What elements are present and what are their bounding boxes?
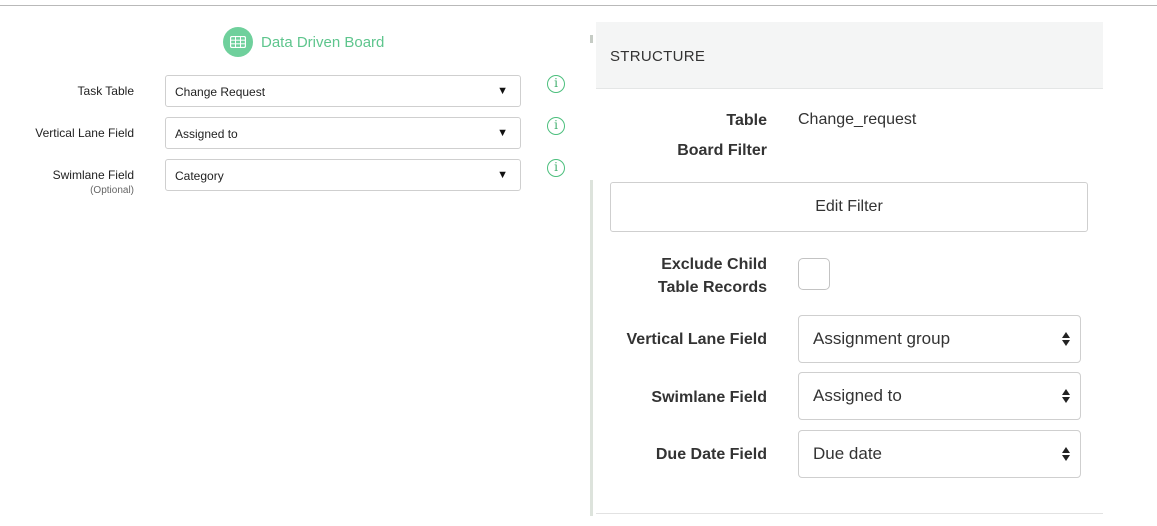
- swimlane-value: Category: [175, 169, 224, 183]
- panel-divider-handle: [590, 35, 593, 43]
- vertical-lane-label: Vertical Lane Field: [35, 126, 134, 140]
- select-arrows-icon: [1061, 328, 1071, 350]
- vertical-lane-field-select[interactable]: Assignment group: [798, 315, 1081, 363]
- task-table-value: Change Request: [175, 85, 266, 99]
- panel-bottom-border: [596, 513, 1103, 514]
- swimlane-field-label: Swimlane Field: [651, 389, 767, 406]
- due-date-field-label: Due Date Field: [655, 446, 767, 463]
- data-driven-board-panel: Data Driven Board Task Table Change Requ…: [0, 6, 590, 526]
- exclude-child-label-line2: Table Records: [657, 279, 767, 296]
- vertical-lane-field-label: Vertical Lane Field: [626, 331, 768, 348]
- task-table-row: Task Table Change Request ▼ i: [0, 75, 590, 109]
- chevron-down-icon: ▼: [497, 169, 508, 181]
- swimlane-label: Swimlane Field: [52, 168, 134, 182]
- swimlane-field-select[interactable]: Assigned to: [798, 372, 1081, 420]
- board-table-icon: [223, 27, 253, 57]
- structure-header-title: STRUCTURE: [610, 48, 706, 65]
- vertical-lane-select[interactable]: Assigned to ▼: [165, 117, 521, 149]
- chevron-down-icon: ▼: [497, 85, 508, 97]
- panel-divider: [590, 180, 593, 516]
- info-icon[interactable]: i: [547, 117, 565, 135]
- vertical-lane-value: Assigned to: [175, 127, 238, 141]
- swimlane-optional-note: (Optional): [90, 185, 134, 196]
- swimlane-row: Swimlane Field (Optional) Category ▼ i: [0, 159, 590, 196]
- swimlane-select[interactable]: Category ▼: [165, 159, 521, 191]
- info-icon[interactable]: i: [547, 159, 565, 177]
- task-table-select[interactable]: Change Request ▼: [165, 75, 521, 107]
- exclude-child-label-line1: Exclude Child: [661, 256, 767, 273]
- structure-header: STRUCTURE: [596, 22, 1103, 89]
- task-table-label: Task Table: [77, 84, 134, 98]
- info-icon[interactable]: i: [547, 75, 565, 93]
- table-label: Table: [726, 112, 767, 129]
- exclude-child-checkbox[interactable]: [798, 258, 830, 290]
- chevron-down-icon: ▼: [497, 127, 508, 139]
- due-date-field-value: Due date: [813, 444, 882, 463]
- board-title: Data Driven Board: [223, 27, 384, 57]
- board-title-text: Data Driven Board: [261, 33, 385, 51]
- select-arrows-icon: [1061, 443, 1071, 465]
- due-date-field-select[interactable]: Due date: [798, 430, 1081, 478]
- structure-panel: STRUCTURE Table Change_request Board Fil…: [596, 22, 1103, 514]
- swimlane-field-value: Assigned to: [813, 386, 902, 405]
- vertical-lane-field-value: Assignment group: [813, 329, 951, 348]
- board-filter-label: Board Filter: [677, 142, 767, 159]
- vertical-lane-row: Vertical Lane Field Assigned to ▼ i: [0, 117, 590, 151]
- table-value: Change_request: [798, 111, 917, 128]
- edit-filter-button[interactable]: Edit Filter: [610, 182, 1088, 232]
- select-arrows-icon: [1061, 385, 1071, 407]
